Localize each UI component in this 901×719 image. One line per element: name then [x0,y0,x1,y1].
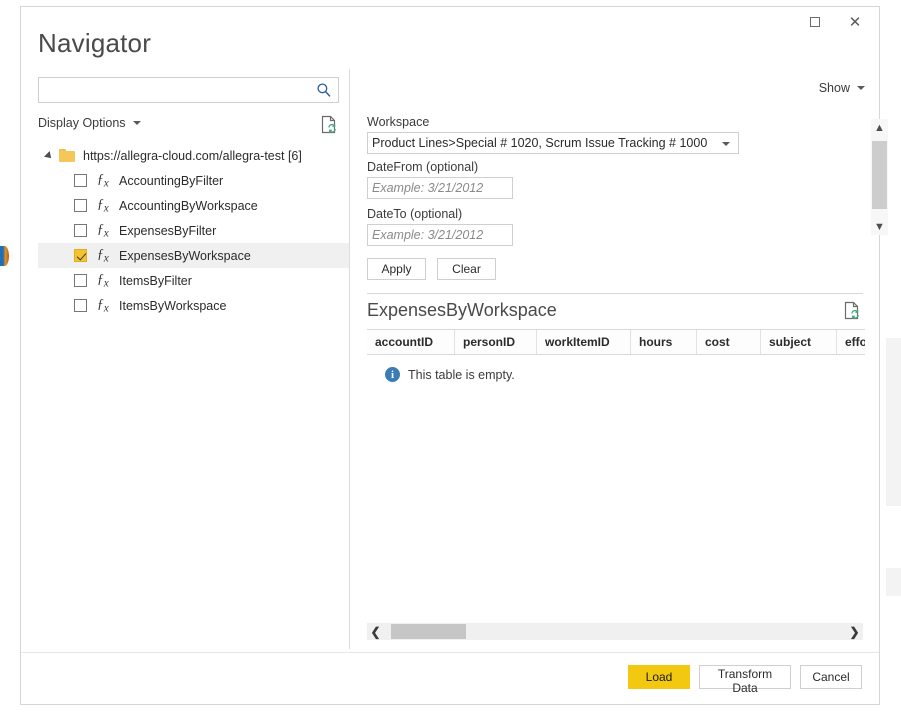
load-button[interactable]: Load [628,665,690,689]
expander-icon[interactable] [44,151,54,161]
tree-view: https://allegra-cloud.com/allegra-test [… [38,143,349,318]
dateto-label: DateTo (optional) [367,207,807,221]
preview-divider [367,293,863,294]
tree-item-accountingbyworkspace[interactable]: ƒx AccountingByWorkspace [38,193,349,218]
fx-icon: ƒx [97,271,113,290]
search-input[interactable] [44,78,312,104]
tree-root-label: https://allegra-cloud.com/allegra-test [… [83,149,302,163]
transform-data-button[interactable]: Transform Data [699,665,791,689]
footer-divider [21,652,879,653]
cancel-button[interactable]: Cancel [800,665,862,689]
tree-item-label: ItemsByWorkspace [119,299,226,313]
datefrom-label: DateFrom (optional) [367,160,807,174]
parameters-vertical-scrollbar[interactable]: ▲ ▼ [871,119,888,235]
dateto-input[interactable] [367,224,513,246]
preview-table-header: accountID personID workItemID hours cost… [367,329,865,355]
tree-item-label: ExpensesByFilter [119,224,216,238]
tree-item-itemsbyfilter[interactable]: ƒx ItemsByFilter [38,268,349,293]
pane-divider [349,69,350,649]
maximize-icon [810,17,820,27]
workspace-combobox[interactable]: Product Lines>Special # 1020, Scrum Issu… [367,132,739,154]
tree-item-checkbox[interactable] [74,199,87,212]
page-refresh-icon[interactable] [321,115,338,134]
tree-item-label: ExpensesByWorkspace [119,249,251,263]
column-header-cost[interactable]: cost [697,330,761,354]
form-button-row: Apply Clear [367,258,807,280]
tree-item-label: AccountingByFilter [119,174,223,188]
background-left-strip [0,0,20,719]
empty-table-message: i This table is empty. [385,367,515,382]
right-pane: Show Workspace Product Lines>Special # 1… [365,69,865,649]
background-panel-upper [886,338,901,506]
tree-item-checkbox[interactable] [74,249,87,262]
column-header-hours[interactable]: hours [631,330,697,354]
fx-icon: ƒx [97,171,113,190]
tree-item-itemsbyworkspace[interactable]: ƒx ItemsByWorkspace [38,293,349,318]
empty-table-text: This table is empty. [408,368,515,382]
parameters-form: Workspace Product Lines>Special # 1020, … [367,115,807,280]
preview-horizontal-scrollbar[interactable]: ❮ ❯ [367,623,863,640]
background-panel-lower [886,568,901,596]
clear-button[interactable]: Clear [437,258,496,280]
folder-icon [59,149,75,162]
tree-item-label: ItemsByFilter [119,274,192,288]
chevron-down-icon [722,142,730,146]
page-title: Navigator [38,28,151,59]
column-header-accountid[interactable]: accountID [367,330,455,354]
close-button[interactable]: ✕ [835,7,875,37]
preview-title: ExpensesByWorkspace [367,300,557,321]
chevron-down-icon [857,86,865,90]
tree-item-expensesbyfilter[interactable]: ƒx ExpensesByFilter [38,218,349,243]
search-icon [316,82,332,98]
chevron-down-icon [133,121,141,125]
apply-button[interactable]: Apply [367,258,426,280]
scroll-up-icon[interactable]: ▲ [871,119,888,136]
tree-item-label: AccountingByWorkspace [119,199,258,213]
background-edge-artifact [0,246,9,266]
fx-icon: ƒx [97,296,113,315]
fx-icon: ƒx [97,196,113,215]
scroll-right-icon[interactable]: ❯ [846,623,863,640]
workspace-label: Workspace [367,115,807,129]
column-header-effort[interactable]: effort [837,330,865,354]
maximize-button[interactable] [795,7,835,37]
tree-item-checkbox[interactable] [74,299,87,312]
close-icon: ✕ [849,15,862,30]
tree-item-checkbox[interactable] [74,174,87,187]
column-header-personid[interactable]: personID [455,330,537,354]
show-dropdown-button[interactable]: Show [819,81,865,95]
left-pane: Display Options https://allegra-cloud.co… [38,77,349,647]
page-refresh-icon[interactable] [844,301,861,320]
tree-item-accountingbyfilter[interactable]: ƒx AccountingByFilter [38,168,349,193]
fx-icon: ƒx [97,246,113,265]
scroll-down-icon[interactable]: ▼ [871,218,888,235]
scroll-left-icon[interactable]: ❮ [367,623,384,640]
navigator-dialog: ✕ Navigator Display Options [20,6,880,705]
column-header-subject[interactable]: subject [761,330,837,354]
footer-button-row: Load Transform Data Cancel [628,665,862,689]
display-options-row: Display Options [38,116,339,136]
column-header-workitemid[interactable]: workItemID [537,330,631,354]
scrollbar-thumb[interactable] [391,624,466,639]
fx-icon: ƒx [97,221,113,240]
tree-item-checkbox[interactable] [74,224,87,237]
search-box[interactable] [38,77,339,103]
info-icon: i [385,367,400,382]
datefrom-input[interactable] [367,177,513,199]
tree-item-checkbox[interactable] [74,274,87,287]
display-options-label: Display Options [38,116,126,130]
tree-item-expensesbyworkspace[interactable]: ƒx ExpensesByWorkspace [38,243,349,268]
tree-root-node[interactable]: https://allegra-cloud.com/allegra-test [… [38,143,349,168]
display-options-button[interactable]: Display Options [38,116,141,130]
workspace-value: Product Lines>Special # 1020, Scrum Issu… [368,136,707,150]
show-label: Show [819,81,850,95]
scrollbar-thumb[interactable] [872,141,887,209]
